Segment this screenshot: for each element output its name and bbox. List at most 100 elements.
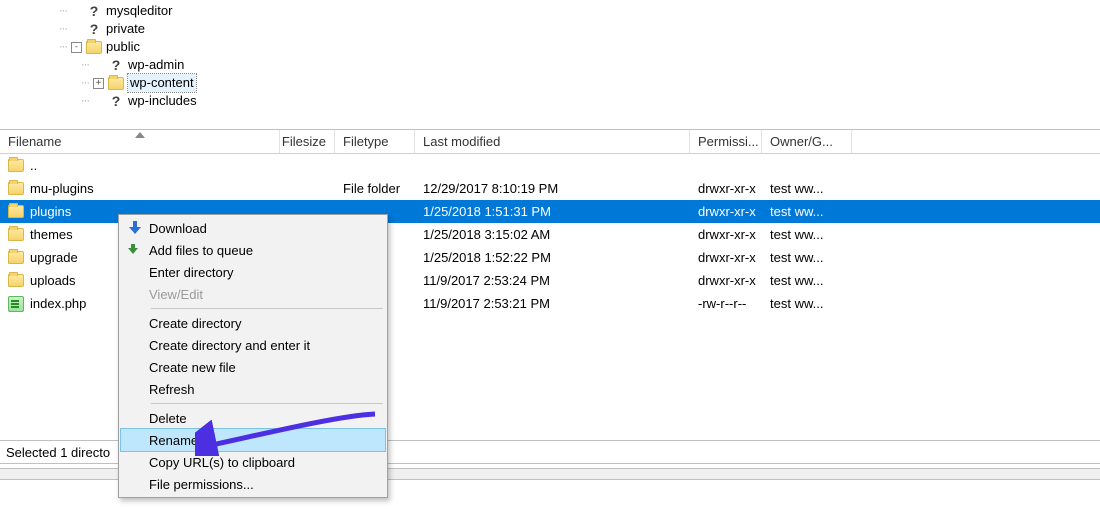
- folder-icon: [8, 228, 24, 241]
- file-name: plugins: [30, 204, 71, 219]
- folder-icon: [86, 41, 102, 54]
- tree-item-label: mysqleditor: [106, 2, 172, 20]
- context-menu[interactable]: Download Add files to queue Enter director…: [118, 214, 388, 498]
- collapse-icon[interactable]: -: [71, 42, 82, 53]
- tree-connector: ···: [81, 74, 89, 92]
- file-owner: test ww...: [770, 296, 823, 311]
- tree-item-label: private: [106, 20, 145, 38]
- file-modified: 1/25/2018 3:15:02 AM: [423, 227, 550, 242]
- tree-item[interactable]: ··· private: [55, 20, 1100, 38]
- unknown-icon: [86, 21, 102, 37]
- file-name: ..: [30, 158, 37, 173]
- status-text: Selected 1 directo: [6, 445, 110, 460]
- tree-connector: ···: [59, 2, 67, 20]
- file-modified: 12/29/2017 8:10:19 PM: [423, 181, 558, 196]
- menu-item-label: View/Edit: [149, 287, 203, 302]
- menu-item-copy-url-s-to-clipboard[interactable]: Copy URL(s) to clipboard: [121, 451, 385, 473]
- menu-item-label: Refresh: [149, 382, 195, 397]
- file-row[interactable]: ..: [0, 154, 1100, 177]
- file-modified: 11/9/2017 2:53:24 PM: [423, 273, 550, 288]
- file-name: themes: [30, 227, 73, 242]
- menu-item-download[interactable]: Download: [121, 217, 385, 239]
- column-last-modified[interactable]: Last modified: [415, 130, 690, 153]
- folder-icon: [8, 182, 24, 195]
- menu-item-create-directory[interactable]: Create directory: [121, 312, 385, 334]
- tree-item[interactable]: ··· wp-includes: [55, 92, 1100, 110]
- file-permissions: -rw-r--r--: [698, 296, 746, 311]
- column-permissions[interactable]: Permissi...: [690, 130, 762, 153]
- unknown-icon: [86, 3, 102, 19]
- menu-item-label: Create directory: [149, 316, 241, 331]
- tree-item[interactable]: ··· wp-admin: [55, 56, 1100, 74]
- file-modified: 1/25/2018 1:51:31 PM: [423, 204, 551, 219]
- folder-icon: [8, 159, 24, 172]
- menu-separator: [151, 308, 383, 309]
- file-name: uploads: [30, 273, 76, 288]
- unknown-icon: [108, 93, 124, 109]
- file-modified: 11/9/2017 2:53:21 PM: [423, 296, 550, 311]
- menu-item-label: File permissions...: [149, 477, 254, 492]
- file-permissions: drwxr-xr-x: [698, 227, 756, 242]
- menu-item-file-permissions[interactable]: File permissions...: [121, 473, 385, 495]
- tree-item[interactable]: ···-public: [55, 38, 1100, 56]
- file-list-header[interactable]: Filename Filesize Filetype Last modified…: [0, 130, 1100, 154]
- file-owner: test ww...: [770, 273, 823, 288]
- menu-item-create-new-file[interactable]: Create new file: [121, 356, 385, 378]
- folder-icon: [8, 274, 24, 287]
- menu-item-enter-directory[interactable]: Enter directory: [121, 261, 385, 283]
- file-owner: test ww...: [770, 250, 823, 265]
- folder-icon: [8, 205, 24, 218]
- unknown-icon: [108, 57, 124, 73]
- expand-icon[interactable]: +: [93, 78, 104, 89]
- tree-item-label: wp-content: [128, 74, 196, 92]
- sort-ascending-icon: [135, 132, 145, 138]
- file-row[interactable]: mu-plugins File folder 12/29/2017 8:10:19 …: [0, 177, 1100, 200]
- column-owner-group[interactable]: Owner/G...: [762, 130, 852, 153]
- file-owner: test ww...: [770, 227, 823, 242]
- file-permissions: drwxr-xr-x: [698, 204, 756, 219]
- file-owner: test ww...: [770, 181, 823, 196]
- file-type: File folder: [343, 181, 400, 196]
- tree-item-label: wp-includes: [128, 92, 197, 110]
- tree-item[interactable]: ··· + wp-content: [55, 74, 1100, 92]
- menu-item-refresh[interactable]: Refresh: [121, 378, 385, 400]
- tree-item-label: wp-admin: [128, 56, 184, 74]
- column-filename[interactable]: Filename: [0, 130, 280, 153]
- column-filename-label: Filename: [8, 134, 61, 149]
- tree-item[interactable]: ··· mysqleditor: [55, 2, 1100, 20]
- folder-icon: [8, 251, 24, 264]
- menu-item-label: Create directory and enter it: [149, 338, 310, 353]
- column-filetype[interactable]: Filetype: [335, 130, 415, 153]
- tree-item-label: public: [106, 38, 140, 56]
- menu-item-label: Rename: [149, 433, 198, 448]
- menu-item-create-directory-and-enter-it[interactable]: Create directory and enter it: [121, 334, 385, 356]
- menu-item-rename[interactable]: Rename: [121, 429, 385, 451]
- menu-item-label: Download: [149, 221, 207, 236]
- menu-item-delete[interactable]: Delete: [121, 407, 385, 429]
- file-owner: test ww...: [770, 204, 823, 219]
- file-permissions: drwxr-xr-x: [698, 273, 756, 288]
- folder-icon: [108, 77, 124, 90]
- menu-item-label: Add files to queue: [149, 243, 253, 258]
- file-permissions: drwxr-xr-x: [698, 181, 756, 196]
- menu-item-label: Copy URL(s) to clipboard: [149, 455, 295, 470]
- tree-connector: ···: [59, 20, 67, 38]
- file-modified: 1/25/2018 1:52:22 PM: [423, 250, 551, 265]
- file-name: upgrade: [30, 250, 78, 265]
- menu-item-add-files-to-queue[interactable]: Add files to queue: [121, 239, 385, 261]
- file-name: index.php: [30, 296, 86, 311]
- tree-connector: ···: [81, 56, 89, 74]
- tree-connector: ···: [81, 92, 89, 110]
- php-file-icon: [8, 296, 24, 312]
- menu-item-view-edit: View/Edit: [121, 283, 385, 305]
- file-permissions: drwxr-xr-x: [698, 250, 756, 265]
- remote-directory-tree[interactable]: ···mysqleditor···private···-public···wp-…: [0, 0, 1100, 130]
- add-to-queue-icon: [128, 243, 142, 257]
- menu-item-label: Create new file: [149, 360, 236, 375]
- menu-item-label: Delete: [149, 411, 187, 426]
- menu-item-label: Enter directory: [149, 265, 234, 280]
- menu-separator: [151, 403, 383, 404]
- file-name: mu-plugins: [30, 181, 94, 196]
- download-icon: [128, 221, 142, 235]
- column-filesize[interactable]: Filesize: [280, 130, 335, 153]
